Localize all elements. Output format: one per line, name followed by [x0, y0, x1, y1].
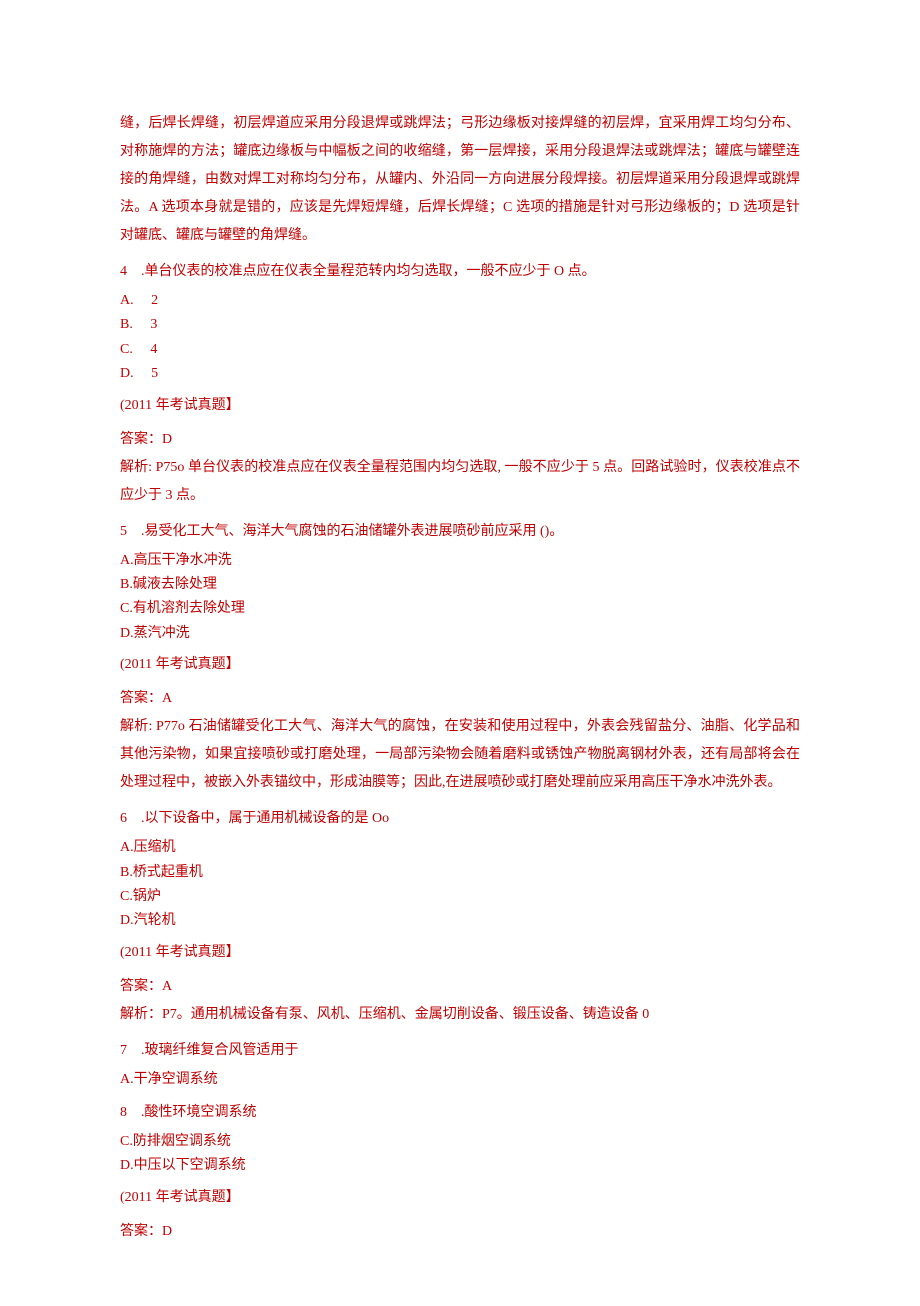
- q7-option-d: D.中压以下空调系统: [120, 1155, 800, 1177]
- q6-option-d: D.汽轮机: [120, 910, 800, 932]
- q5-option-c: C.有机溶剂去除处理: [120, 598, 800, 620]
- q6-analysis: 解析：P7。通用机械设备有泵、风机、压缩机、金属切削设备、锻压设备、铸造设备 0: [120, 1001, 800, 1029]
- q6-source-tag: (2011 年考试真题】: [120, 939, 800, 967]
- q5-answer: 答案：A: [120, 685, 800, 713]
- q4-option-d: D. 5: [120, 363, 800, 385]
- q7-option-b: 8 .酸性环境空调系统: [120, 1099, 800, 1127]
- q5-source-tag: (2011 年考试真题】: [120, 651, 800, 679]
- q6-option-a: A.压缩机: [120, 837, 800, 859]
- document-page: 缝，后焊长焊缝，初层焊道应采用分段退焊或跳焊法；弓形边缘板对接焊缝的初层焊，宜采…: [0, 0, 920, 1306]
- q7-option-c: C.防排烟空调系统: [120, 1131, 800, 1153]
- q5-option-a: A.高压干净水冲洗: [120, 550, 800, 572]
- q5-option-b: B.碱液去除处理: [120, 574, 800, 596]
- q4-option-b: B. 3: [120, 314, 800, 336]
- q7-option-a: A.干净空调系统: [120, 1069, 800, 1091]
- q7-stem: 7 .玻璃纤维复合风管适用于: [120, 1037, 800, 1065]
- q5-stem: 5 .易受化工大气、海洋大气腐蚀的石油储罐外表进展喷砂前应采用 ()。: [120, 518, 800, 546]
- intro-paragraph: 缝，后焊长焊缝，初层焊道应采用分段退焊或跳焊法；弓形边缘板对接焊缝的初层焊，宜采…: [120, 110, 800, 250]
- q5-analysis: 解析: P77o 石油储罐受化工大气、海洋大气的腐蚀，在安装和使用过程中，外表会…: [120, 713, 800, 797]
- q4-option-a: A. 2: [120, 290, 800, 312]
- q6-stem: 6 .以下设备中，属于通用机械设备的是 Oo: [120, 805, 800, 833]
- q4-analysis: 解析: P75o 单台仪表的校准点应在仪表全量程范围内均匀选取, 一般不应少于 …: [120, 454, 800, 510]
- q6-option-c: C.锅炉: [120, 886, 800, 908]
- q4-source-tag: (2011 年考试真题】: [120, 392, 800, 420]
- q7-answer: 答案：D: [120, 1218, 800, 1246]
- q4-option-c: C. 4: [120, 339, 800, 361]
- q5-option-d: D.蒸汽冲洗: [120, 623, 800, 645]
- q7-source-tag: (2011 年考试真题】: [120, 1184, 800, 1212]
- q4-stem: 4 .单台仪表的校准点应在仪表全量程范转内均匀选取，一般不应少于 O 点。: [120, 258, 800, 286]
- q4-answer: 答案：D: [120, 426, 800, 454]
- q6-answer: 答案：A: [120, 973, 800, 1001]
- q6-option-b: B.桥式起重机: [120, 862, 800, 884]
